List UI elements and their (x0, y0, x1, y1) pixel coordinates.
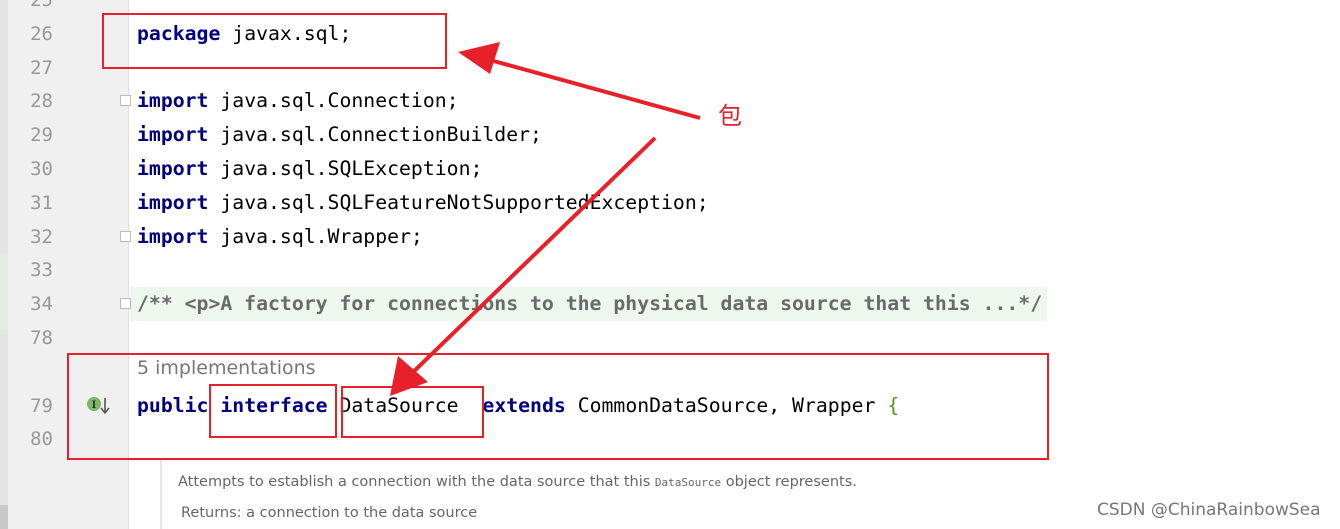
package-annotation-label: 包 (718, 102, 742, 130)
arrow-to-package (458, 42, 701, 120)
annotation-arrows (390, 42, 701, 396)
watermark: CSDN @ChinaRainbowSea (1097, 500, 1321, 520)
arrow-to-datasource (390, 136, 657, 396)
